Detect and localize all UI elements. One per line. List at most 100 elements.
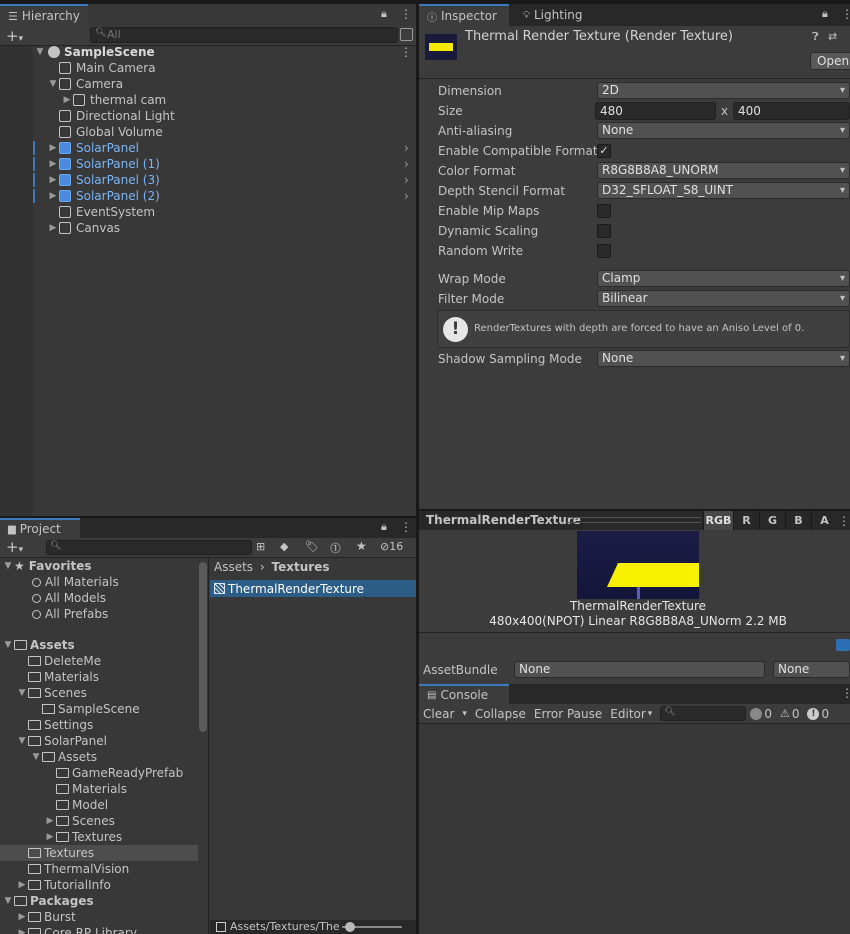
prefab-open-chevron-icon[interactable]: › [404, 173, 409, 187]
favorites-header[interactable]: ▼ ★ Favorites [0, 558, 198, 574]
hierarchy-item[interactable]: Directional Light [0, 108, 416, 124]
channel-button-r[interactable]: R [733, 511, 759, 531]
hidden-packages-toggle[interactable]: ⊘16 [380, 540, 403, 553]
chevron-right-icon[interactable]: ▶ [16, 880, 28, 890]
tab-inspector[interactable]: ⓘ Inspector [419, 4, 509, 26]
more-menu-icon[interactable]: ⋮ [841, 7, 850, 21]
hierarchy-item[interactable]: EventSystem [0, 204, 416, 220]
hierarchy-item[interactable]: ▼ Camera [0, 76, 416, 92]
tab-console[interactable]: ▤ Console [419, 684, 509, 704]
add-button[interactable]: +▾ [6, 27, 23, 45]
error-count-toggle[interactable]: ! 0 [803, 704, 833, 724]
project-folder[interactable]: ThermalVision [0, 861, 198, 877]
lock-icon[interactable]: 🔒︎ [381, 7, 387, 21]
more-menu-icon[interactable]: ⋮ [400, 7, 412, 21]
prefab-open-chevron-icon[interactable]: › [404, 157, 409, 171]
lock-icon[interactable]: 🔒︎ [381, 520, 387, 534]
package-item[interactable]: ▶ Core RP Library [0, 925, 198, 934]
project-folder[interactable]: ▼ Assets [0, 749, 198, 765]
console-search-input[interactable]: 🔍︎ [660, 706, 747, 721]
project-folder[interactable]: SampleScene [0, 701, 198, 717]
hierarchy-item[interactable]: ▶ thermal cam [0, 92, 416, 108]
chevron-right-icon[interactable]: ▶ [47, 143, 59, 153]
zoom-slider-thumb[interactable] [345, 922, 355, 932]
chevron-right-icon[interactable]: ▶ [47, 175, 59, 185]
package-item[interactable]: ▶ Burst [0, 909, 198, 925]
hierarchy-item[interactable]: Global Volume [0, 124, 416, 140]
favorite-item[interactable]: All Materials [0, 574, 198, 590]
filter-type-icon[interactable]: ◆ [280, 540, 288, 553]
hierarchy-item[interactable]: ▶ SolarPanel › [0, 140, 416, 156]
filter-mode-dropdown[interactable]: Bilinear [597, 290, 850, 307]
project-search-input[interactable]: 🔍︎ [46, 540, 252, 555]
tab-lighting[interactable]: 💡︎ Lighting [515, 4, 591, 26]
label-tag-icon[interactable] [836, 639, 850, 651]
tree-scrollbar[interactable] [199, 562, 207, 732]
chevron-right-icon[interactable]: ▶ [44, 832, 56, 842]
prefab-open-chevron-icon[interactable]: › [404, 189, 409, 203]
tab-hierarchy[interactable]: ☰ Hierarchy [0, 4, 88, 26]
project-folder[interactable]: Model [0, 797, 198, 813]
channel-button-g[interactable]: G [759, 511, 785, 531]
chevron-down-icon[interactable]: ▼ [34, 47, 46, 57]
chevron-down-icon[interactable]: ▼ [16, 688, 28, 698]
chevron-right-icon[interactable]: ▶ [16, 912, 28, 922]
scene-search-icon[interactable] [400, 28, 413, 41]
project-folder[interactable]: ▶ Scenes [0, 813, 198, 829]
chevron-right-icon[interactable]: ▶ [47, 159, 59, 169]
project-folder[interactable]: ▶ Textures [0, 829, 198, 845]
more-menu-icon[interactable]: ⋮ [400, 520, 412, 534]
depth-stencil-dropdown[interactable]: D32_SFLOAT_S8_UINT [597, 182, 850, 199]
scene-row[interactable]: ▼ SampleScene ⋮ [0, 44, 416, 60]
clear-button[interactable]: Clear [419, 704, 458, 724]
breadcrumb-assets[interactable]: Assets [214, 560, 253, 574]
breadcrumb-textures[interactable]: Textures [272, 560, 330, 574]
chevron-right-icon[interactable]: ▶ [61, 95, 73, 105]
shadow-sampling-dropdown[interactable]: None [597, 350, 850, 367]
hierarchy-item[interactable]: Main Camera [0, 60, 416, 76]
chevron-right-icon[interactable]: ▶ [47, 191, 59, 201]
assets-header[interactable]: ▼ Assets [0, 637, 198, 653]
asset-bundle-variant-dropdown[interactable]: None [773, 661, 850, 678]
wrap-mode-dropdown[interactable]: Clamp [597, 270, 850, 287]
preview-drag-handle[interactable] [567, 517, 701, 523]
chevron-down-icon[interactable]: ▼ [2, 640, 14, 650]
favorite-item[interactable]: All Models [0, 590, 198, 606]
lock-icon[interactable]: 🔒︎ [822, 7, 828, 21]
info-count-toggle[interactable]: 0 [746, 704, 776, 724]
help-icon[interactable]: ❓︎ [812, 30, 819, 44]
project-folder[interactable]: DeleteMe [0, 653, 198, 669]
chevron-down-icon[interactable]: ▼ [16, 736, 28, 746]
dynamic-scaling-checkbox[interactable] [597, 224, 611, 238]
channel-button-b[interactable]: B [785, 511, 811, 531]
tree-divider[interactable] [208, 558, 209, 934]
error-pause-button[interactable]: Error Pause [530, 704, 606, 724]
search-input[interactable]: 🔍︎ All [90, 27, 398, 43]
chevron-down-icon[interactable]: ▼ [47, 79, 59, 89]
filter-log-icon[interactable]: ⓵ [330, 540, 341, 556]
collapse-button[interactable]: Collapse [471, 704, 530, 724]
preview-more-icon[interactable]: ⋮ [837, 511, 850, 531]
dimension-dropdown[interactable]: 2D [597, 82, 850, 99]
anti-aliasing-dropdown[interactable]: None [597, 122, 850, 139]
warning-count-toggle[interactable]: ⚠ 0 [776, 704, 804, 724]
channel-button-a[interactable]: A [811, 511, 837, 531]
favorite-star-icon[interactable]: ★ [356, 539, 367, 553]
editor-button[interactable]: Editor ▾ [606, 704, 656, 724]
add-button[interactable]: +▾ [6, 538, 23, 556]
project-folder[interactable]: ▼ SolarPanel [0, 733, 198, 749]
hierarchy-item[interactable]: ▶ SolarPanel (1) › [0, 156, 416, 172]
project-folder[interactable]: Materials [0, 781, 198, 797]
favorite-item[interactable]: All Prefabs [0, 606, 198, 622]
chevron-down-icon[interactable]: ▼ [30, 752, 42, 762]
chevron-right-icon[interactable]: ▶ [44, 816, 56, 826]
channel-button-rgb[interactable]: RGB [703, 511, 733, 531]
hierarchy-item[interactable]: ▶ SolarPanel (2) › [0, 188, 416, 204]
color-format-dropdown[interactable]: R8G8B8A8_UNORM [597, 162, 850, 179]
project-folder[interactable]: Materials [0, 669, 198, 685]
random-write-checkbox[interactable] [597, 244, 611, 258]
chevron-down-icon[interactable]: ▼ [2, 561, 14, 571]
mip-maps-checkbox[interactable] [597, 204, 611, 218]
chevron-down-icon[interactable]: ▼ [2, 896, 14, 906]
search-by-type-icon[interactable]: ⊞ [256, 540, 265, 553]
